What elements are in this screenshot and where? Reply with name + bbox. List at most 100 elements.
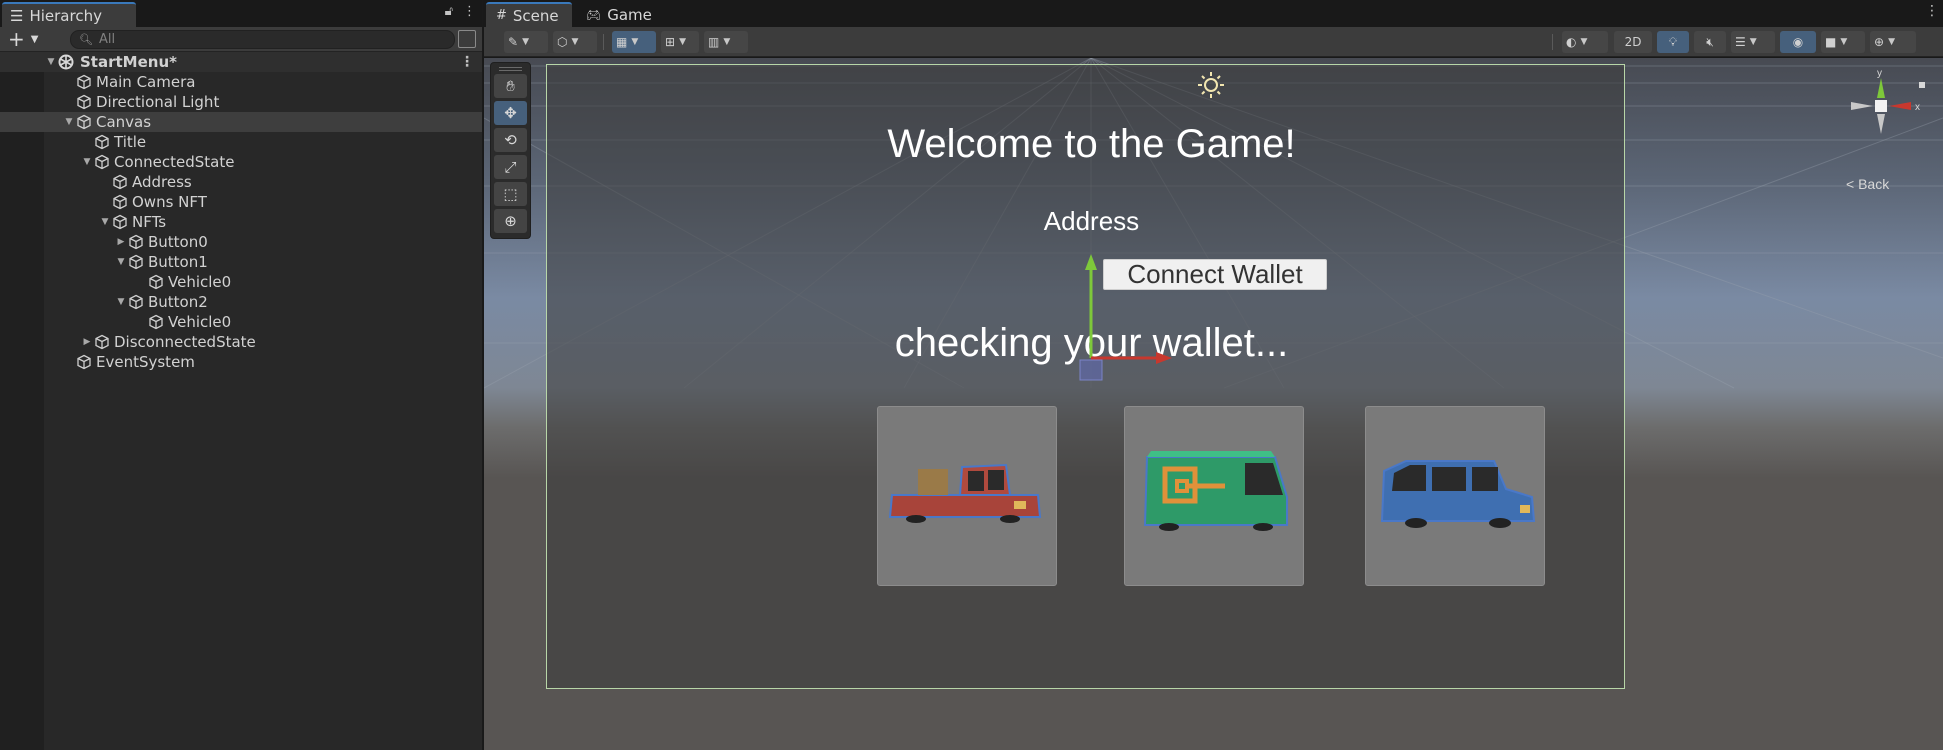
move-tool-icon[interactable]: ✥	[494, 101, 527, 125]
tree-item-vehicle0[interactable]: Vehicle0	[0, 272, 482, 292]
gizmos-dropdown[interactable]: ⊕ ▼	[1870, 31, 1916, 53]
gameobject-cube-icon	[129, 234, 143, 250]
drag-handle[interactable]	[499, 67, 522, 71]
move-gizmo[interactable]	[1044, 248, 1174, 398]
tree-item-label: StartMenu*	[80, 53, 177, 71]
tools-overlay: ✋︎ ✥ ⟲ ⤢ ⬚ ⊕	[490, 62, 531, 239]
grid-icon: ▦	[616, 35, 628, 49]
tree-item-nfts[interactable]: ▼ NFTs	[0, 212, 482, 232]
grid-visibility-toggle[interactable]: ▦ ▼	[612, 31, 656, 53]
tree-item-startmenu[interactable]: ▼ StartMenu* ⋮	[0, 52, 482, 72]
hierarchy-tree: ▼ StartMenu* ⋮ Main Camera Directional L…	[0, 52, 482, 372]
nft-card-red-truck[interactable]	[877, 406, 1057, 586]
gameobject-cube-icon	[95, 334, 109, 350]
hierarchy-search-input[interactable]	[98, 32, 429, 47]
tree-item-directional-light[interactable]: Directional Light	[0, 92, 482, 112]
expand-arrow-icon[interactable]: ▼	[98, 217, 112, 227]
effects-dropdown[interactable]: ☰ ▼	[1731, 31, 1775, 53]
gizmo-y-label: y	[1877, 68, 1882, 79]
hierarchy-tab-label: Hierarchy	[29, 6, 102, 25]
tree-item-eventsystem[interactable]: EventSystem	[0, 352, 482, 372]
unity-scene-icon	[58, 54, 74, 70]
camera-dropdown[interactable]: ■ ▼	[1821, 31, 1865, 53]
gizmo-x-label: x	[1915, 102, 1920, 113]
hierarchy-search[interactable]: 🔍︎	[70, 30, 455, 49]
hand-tool-icon[interactable]: ✋︎	[494, 74, 527, 98]
tree-item-label: Button2	[148, 293, 208, 311]
rotate-tool-icon[interactable]: ⟲	[494, 128, 527, 152]
tree-item-address[interactable]: Address	[0, 172, 482, 192]
prefab-cube-icon	[149, 274, 163, 290]
tree-item-button0[interactable]: ▶ Button0	[0, 232, 482, 252]
gameobject-cube-icon	[77, 74, 91, 90]
orientation-gizmo[interactable]: y x	[1833, 68, 1933, 188]
increment-snap-dropdown[interactable]: ▥ ▼	[704, 31, 748, 53]
tree-item-title[interactable]: Title	[0, 132, 482, 152]
lightbulb-icon: 💡︎	[1668, 34, 1678, 49]
lock-icon[interactable]: 🔓︎	[445, 4, 453, 19]
scene-viewport[interactable]: Welcome to the Game! Address Connect Wal…	[484, 58, 1943, 750]
nft-card-green-van[interactable]	[1124, 406, 1304, 586]
eye-hidden-icon: ◉	[1792, 35, 1804, 49]
tree-item-button1[interactable]: ▼ Button1	[0, 252, 482, 272]
tool-handle-dropdown[interactable]: ✎ ▼	[504, 31, 548, 53]
cube-icon: ⬡	[557, 35, 568, 49]
scene-visibility-toggle[interactable]: ◉	[1780, 31, 1816, 53]
expand-arrow-icon[interactable]: ▼	[114, 297, 128, 307]
audio-toggle[interactable]: 🔇︎	[1694, 31, 1726, 53]
toolbar-separator	[1552, 34, 1553, 50]
chevron-left-icon: <	[1846, 176, 1855, 192]
add-object-button[interactable]: + ▼	[8, 29, 39, 49]
gameobject-cube-icon	[77, 94, 91, 110]
tree-item-main-camera[interactable]: Main Camera	[0, 72, 482, 92]
expand-arrow-icon[interactable]: ▼	[62, 117, 76, 127]
expand-arrow-icon[interactable]: ▼	[114, 257, 128, 267]
rect-tool-icon[interactable]: ⬚	[494, 182, 527, 206]
collapse-arrow-icon[interactable]: ▶	[80, 337, 94, 347]
speaker-muted-icon: 🔇︎	[1706, 34, 1714, 49]
search-by-type-icon[interactable]	[458, 30, 476, 48]
more-options-icon[interactable]: ⋮	[460, 54, 474, 70]
tree-item-label: Canvas	[96, 113, 152, 131]
tree-item-canvas[interactable]: ▼ Canvas	[0, 112, 482, 132]
nft-card-blue-suv[interactable]	[1365, 406, 1545, 586]
tree-item-owns-nft[interactable]: Owns NFT	[0, 192, 482, 212]
mode-2d-toggle[interactable]: 2D	[1614, 31, 1652, 53]
tab-game[interactable]: 🎮︎ Game	[576, 2, 662, 27]
tree-item-label: Address	[132, 173, 192, 191]
hierarchy-tab[interactable]: ☰ Hierarchy	[2, 2, 136, 27]
more-options-icon[interactable]: ⋮	[1925, 3, 1939, 19]
expand-arrow-icon[interactable]: ▼	[44, 57, 58, 67]
more-options-icon[interactable]: ⋮	[463, 4, 476, 19]
chevron-down-icon: ▼	[631, 37, 639, 47]
tree-item-connectedstate[interactable]: ▼ ConnectedState	[0, 152, 482, 172]
tab-scene[interactable]: # Scene	[486, 2, 572, 27]
transform-tool-icon[interactable]: ⊕	[494, 209, 527, 233]
sun-light-icon[interactable]	[1196, 70, 1226, 100]
toolbar-separator	[603, 34, 604, 50]
pivot-dropdown[interactable]: ⬡ ▼	[553, 31, 597, 53]
gameobject-cube-icon	[77, 114, 91, 130]
expand-arrow-icon[interactable]: ▼	[80, 157, 94, 167]
chevron-down-icon: ▼	[522, 37, 529, 47]
chevron-down-icon: ▼	[30, 33, 39, 45]
camera-icon: ■	[1825, 35, 1837, 49]
tree-item-label: ConnectedState	[114, 153, 235, 171]
scale-tool-icon[interactable]: ⤢	[494, 155, 527, 179]
draw-mode-dropdown[interactable]: ◐ ▼	[1562, 31, 1608, 53]
lighting-toggle[interactable]: 💡︎	[1657, 31, 1689, 53]
back-text: Back	[1858, 176, 1890, 192]
snapping-toggle[interactable]: ⊞ ▼	[661, 31, 699, 53]
gameobject-cube-icon	[95, 154, 109, 170]
tree-item-vehicle0[interactable]: Vehicle0	[0, 312, 482, 332]
tree-item-button2[interactable]: ▼ Button2	[0, 292, 482, 312]
gizmo-back-label[interactable]: < Back	[1846, 176, 1889, 192]
chevron-down-icon: ▼	[1749, 37, 1757, 47]
gameobject-cube-icon	[113, 214, 127, 230]
tree-item-label: Directional Light	[96, 93, 220, 111]
layers-icon: ☰	[1735, 35, 1746, 49]
tree-item-disconnectedstate[interactable]: ▶ DisconnectedState	[0, 332, 482, 352]
collapse-arrow-icon[interactable]: ▶	[114, 237, 128, 247]
chevron-down-icon: ▼	[1888, 37, 1895, 47]
gameobject-cube-icon	[129, 294, 143, 310]
